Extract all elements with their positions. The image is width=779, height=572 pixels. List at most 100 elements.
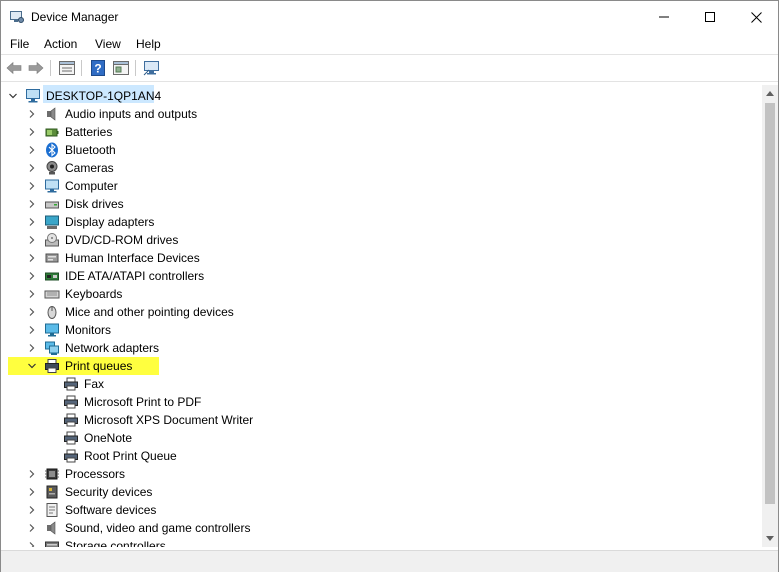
tree-category-label: Human Interface Devices (65, 251, 200, 265)
tree-category-row[interactable]: Computer (1, 177, 761, 195)
chevron-right-icon[interactable] (27, 487, 37, 497)
chevron-right-icon[interactable] (27, 181, 37, 191)
network-adapter-icon (45, 341, 59, 355)
minimize-button[interactable] (641, 1, 687, 33)
back-button[interactable] (5, 59, 23, 77)
sound-controller-icon (47, 521, 56, 535)
tree-category-label: Security devices (65, 485, 153, 499)
tree-device-row[interactable]: Microsoft XPS Document Writer (1, 411, 761, 429)
scan-hardware-icon (143, 61, 159, 76)
tree-category-row[interactable]: Mice and other pointing devices (1, 303, 761, 321)
chevron-right-icon[interactable] (27, 235, 37, 245)
chevron-right-icon[interactable] (27, 271, 37, 281)
battery-icon (45, 128, 59, 137)
processor-icon (45, 468, 59, 480)
tree-category-label: Software devices (65, 503, 157, 517)
chevron-right-icon[interactable] (27, 469, 37, 479)
chevron-right-icon[interactable] (27, 325, 37, 335)
title-bar[interactable]: Device Manager (1, 1, 778, 33)
tree-category-label: Computer (65, 179, 118, 193)
tree-category-row[interactable]: Storage controllers (1, 537, 761, 547)
menu-file[interactable]: File (10, 37, 29, 51)
tree-device-row[interactable]: Root Print Queue (1, 447, 761, 465)
chevron-down-icon[interactable] (8, 91, 18, 101)
menu-view[interactable]: View (95, 37, 121, 51)
chevron-down-icon[interactable] (27, 361, 37, 371)
mouse-icon (47, 306, 57, 319)
tree-category-label: Audio inputs and outputs (65, 107, 198, 121)
chevron-right-icon[interactable] (27, 505, 37, 515)
chevron-right-icon[interactable] (27, 307, 37, 317)
chevron-right-icon[interactable] (27, 541, 37, 547)
tree-category-row[interactable]: Keyboards (1, 285, 761, 303)
tree-category-row[interactable]: Print queues (1, 357, 761, 375)
menu-action[interactable]: Action (44, 37, 77, 51)
toolbar-separator (81, 60, 82, 76)
tree-category-row[interactable]: IDE ATA/ATAPI controllers (1, 267, 761, 285)
tree-category-row[interactable]: Processors (1, 465, 761, 483)
tree-category-row[interactable]: Audio inputs and outputs (1, 105, 761, 123)
close-button[interactable] (733, 1, 779, 33)
tree-category-row[interactable]: Human Interface Devices (1, 249, 761, 267)
chevron-right-icon[interactable] (27, 217, 37, 227)
keyboard-icon (44, 290, 60, 299)
tree-category-row[interactable]: Monitors (1, 321, 761, 339)
root-label: DESKTOP-1QP1AN4 (46, 89, 162, 103)
toolbar-divider (1, 81, 778, 82)
chevron-right-icon[interactable] (27, 109, 37, 119)
help-icon: ? (91, 60, 105, 76)
tree-category-row[interactable]: Cameras (1, 159, 761, 177)
tree-device-row[interactable]: OneNote (1, 429, 761, 447)
show-hide-button[interactable] (112, 59, 130, 77)
tree-category-label: Storage controllers (65, 539, 166, 547)
tree-category-row[interactable]: Bluetooth (1, 141, 761, 159)
chevron-right-icon[interactable] (27, 343, 37, 353)
tree-category-label: Sound, video and game controllers (65, 521, 251, 535)
speaker-icon (47, 107, 56, 121)
vertical-scrollbar[interactable] (762, 85, 778, 547)
tree-category-label: Mice and other pointing devices (65, 305, 234, 319)
tree-device-label: OneNote (84, 431, 133, 445)
tree-category-label: Display adapters (65, 215, 155, 229)
print-queue-item-icon (64, 449, 78, 463)
tree-category-row[interactable]: DVD/CD-ROM drives (1, 231, 761, 249)
scroll-down-button[interactable] (762, 531, 778, 547)
chevron-right-icon[interactable] (27, 253, 37, 263)
printer-icon (45, 359, 59, 373)
tree-device-row[interactable]: Fax (1, 375, 761, 393)
software-device-icon (46, 503, 58, 517)
tree-root[interactable]: DESKTOP-1QP1AN4 (1, 87, 761, 105)
tree-device-label: Microsoft XPS Document Writer (84, 413, 254, 427)
tree-category-row[interactable]: Batteries (1, 123, 761, 141)
chevron-right-icon[interactable] (27, 199, 37, 209)
toolbar: ? (1, 55, 778, 81)
chevron-right-icon[interactable] (27, 163, 37, 173)
scan-hardware-button[interactable] (143, 59, 161, 77)
maximize-button[interactable] (687, 1, 733, 33)
print-queue-item-icon (64, 377, 78, 391)
tree-category-row[interactable]: Display adapters (1, 213, 761, 231)
tree-category-row[interactable]: Disk drives (1, 195, 761, 213)
help-button[interactable]: ? (89, 59, 107, 77)
device-manager-window: Device Manager File Action View Help ? D… (0, 0, 779, 572)
tree-category-row[interactable]: Sound, video and game controllers (1, 519, 761, 537)
device-tree[interactable]: DESKTOP-1QP1AN4 Audio inputs and outputs… (1, 85, 761, 547)
menu-help[interactable]: Help (136, 37, 161, 51)
chevron-right-icon[interactable] (27, 127, 37, 137)
properties-button[interactable] (58, 59, 76, 77)
chevron-right-icon[interactable] (27, 523, 37, 533)
scrollbar-thumb[interactable] (765, 103, 775, 504)
chevron-right-icon[interactable] (27, 145, 37, 155)
tree-category-row[interactable]: Security devices (1, 483, 761, 501)
scroll-up-icon (766, 91, 774, 96)
properties-icon (59, 61, 75, 75)
computer-icon (26, 89, 40, 103)
tree-device-row[interactable]: Microsoft Print to PDF (1, 393, 761, 411)
scroll-up-button[interactable] (762, 85, 778, 101)
toolbar-separator (135, 60, 136, 76)
chevron-right-icon[interactable] (27, 289, 37, 299)
tree-category-label: Print queues (65, 359, 133, 373)
tree-category-row[interactable]: Network adapters (1, 339, 761, 357)
forward-button[interactable] (27, 59, 45, 77)
tree-category-row[interactable]: Software devices (1, 501, 761, 519)
